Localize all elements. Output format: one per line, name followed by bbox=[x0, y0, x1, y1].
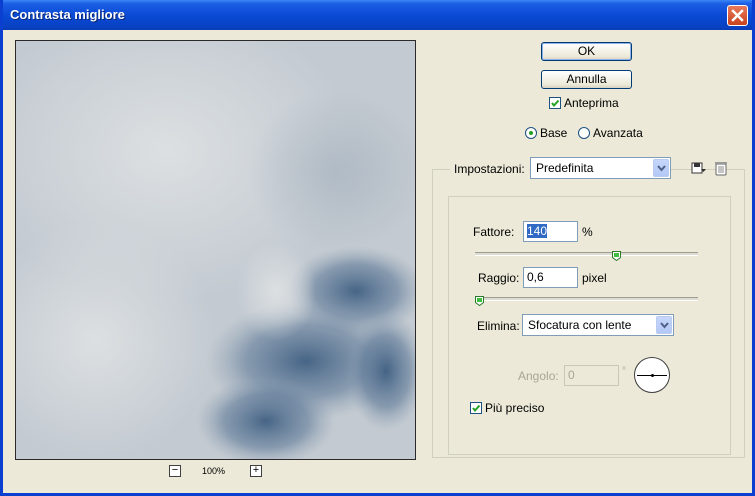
remove-value: Sfocatura con lente bbox=[528, 318, 632, 332]
amount-value: 140 bbox=[527, 224, 548, 238]
settings-label: Impostazioni: bbox=[450, 162, 529, 176]
amount-slider-track[interactable] bbox=[475, 252, 698, 256]
radio-base-label: Base bbox=[540, 126, 568, 140]
radio-advanced-label: Avanzata bbox=[593, 126, 643, 140]
preview-photo bbox=[16, 41, 415, 459]
angle-dial[interactable] bbox=[634, 357, 670, 393]
zoom-in-button[interactable]: + bbox=[250, 465, 262, 477]
zoom-level: 100% bbox=[202, 466, 226, 476]
settings-value: Predefinita bbox=[536, 161, 594, 175]
close-icon bbox=[731, 9, 744, 22]
angle-input[interactable]: 0 bbox=[564, 365, 619, 386]
chevron-down-icon bbox=[660, 322, 669, 329]
radius-value: 0,6 bbox=[527, 270, 544, 284]
radio-advanced[interactable] bbox=[578, 127, 590, 139]
amount-input[interactable]: 140 bbox=[523, 221, 578, 242]
delete-settings-button[interactable] bbox=[713, 160, 729, 176]
zoom-out-button[interactable]: − bbox=[169, 465, 181, 477]
radius-slider-thumb[interactable] bbox=[475, 293, 484, 307]
zoom-controls: − 100% + bbox=[169, 465, 269, 479]
title-bar[interactable]: Contrasta migliore bbox=[3, 0, 752, 30]
preview-checkbox[interactable] bbox=[549, 97, 561, 109]
angle-unit: ° bbox=[622, 366, 626, 377]
trash-icon bbox=[715, 162, 727, 176]
more-accurate-label: Più preciso bbox=[485, 401, 545, 415]
ok-button[interactable]: OK bbox=[541, 42, 632, 61]
amount-slider-thumb[interactable] bbox=[611, 248, 621, 262]
save-settings-icon bbox=[691, 162, 706, 174]
radio-base[interactable] bbox=[525, 127, 537, 139]
radius-unit: pixel bbox=[582, 271, 607, 285]
check-icon bbox=[551, 99, 560, 108]
preview-image[interactable] bbox=[15, 40, 416, 460]
dialog-window: Contrasta migliore − 100% + OK Annulla A… bbox=[0, 0, 755, 496]
save-settings-button[interactable] bbox=[691, 160, 707, 176]
remove-select[interactable]: Sfocatura con lente bbox=[522, 314, 674, 336]
remove-label: Elimina: bbox=[477, 319, 520, 333]
amount-unit: % bbox=[582, 225, 593, 239]
angle-value: 0 bbox=[568, 368, 575, 382]
amount-label: Fattore: bbox=[473, 225, 515, 239]
radius-label: Raggio: bbox=[478, 271, 520, 285]
check-icon bbox=[472, 404, 481, 413]
chevron-down-icon bbox=[657, 165, 666, 172]
cancel-button[interactable]: Annulla bbox=[541, 70, 632, 89]
radius-slider-track[interactable] bbox=[475, 297, 698, 301]
window-title: Contrasta migliore bbox=[10, 7, 125, 22]
radius-input[interactable]: 0,6 bbox=[523, 267, 578, 288]
preview-checkbox-label: Anteprima bbox=[564, 96, 619, 110]
angle-label: Angolo: bbox=[518, 369, 559, 383]
close-button[interactable] bbox=[727, 5, 748, 26]
more-accurate-checkbox[interactable] bbox=[470, 402, 482, 414]
settings-select[interactable]: Predefinita bbox=[530, 157, 671, 179]
